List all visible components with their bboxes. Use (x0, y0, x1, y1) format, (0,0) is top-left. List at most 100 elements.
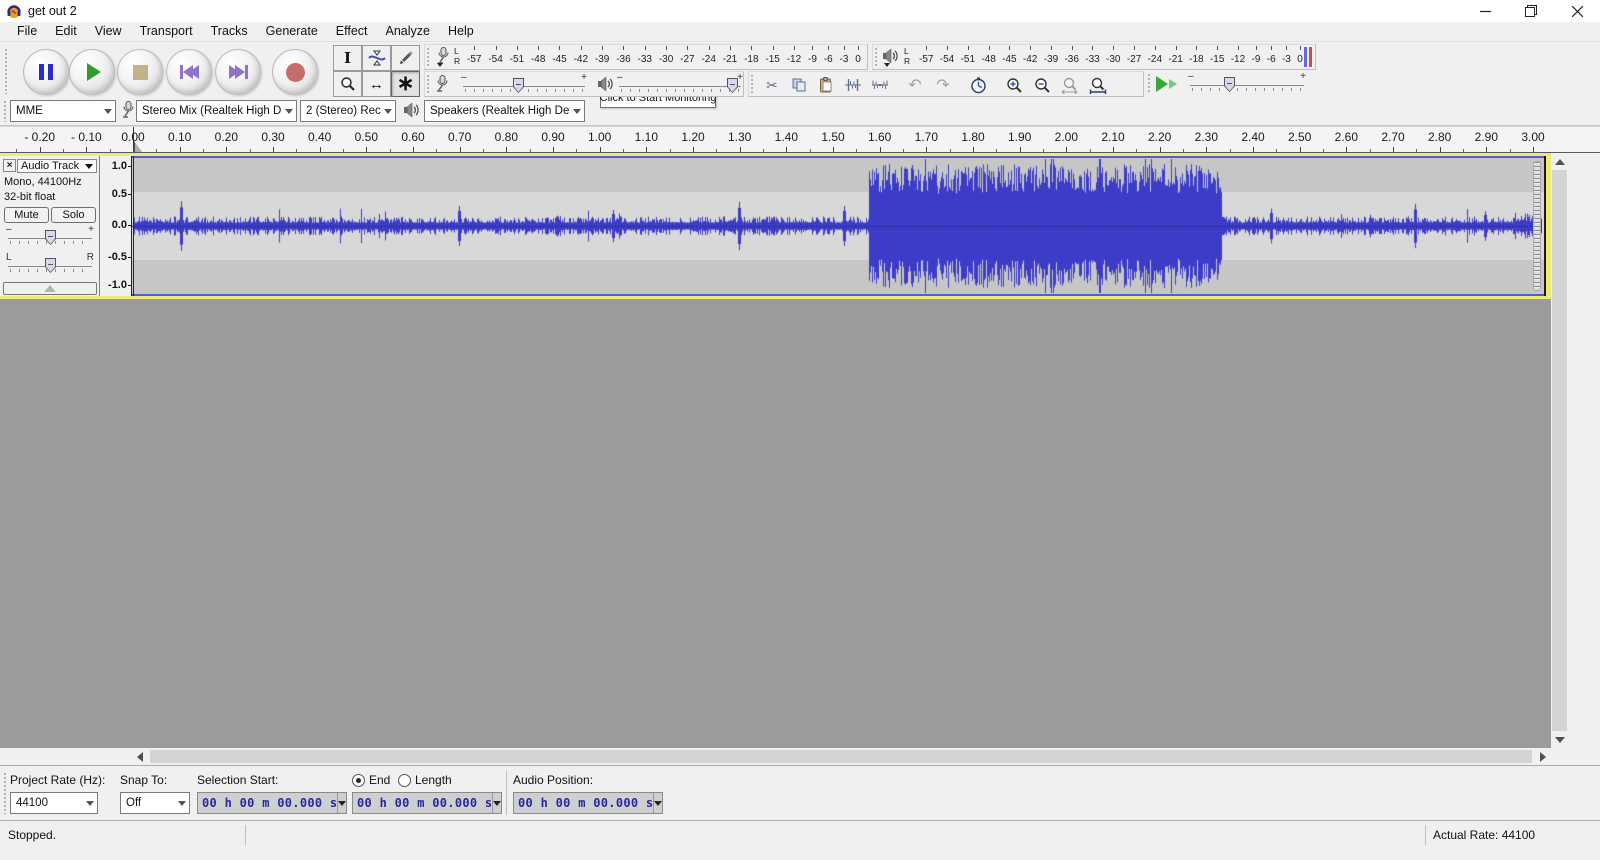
track-close-button[interactable]: × (3, 159, 16, 172)
meter-scale-number: -45 (1002, 45, 1016, 69)
fit-selection-button[interactable] (1057, 73, 1083, 97)
selection-toolbar-gripper[interactable] (3, 772, 8, 814)
meter-scale-number: -12 (787, 45, 801, 69)
trim-audio-button[interactable] (840, 73, 866, 97)
cut-button[interactable]: ✂ (759, 73, 785, 97)
multi-tool-button[interactable]: ∗ (391, 71, 420, 97)
recording-meter[interactable]: L R -57-54-51-48-45-42-39-36-33-30-27-24… (424, 44, 868, 70)
edit-gripper[interactable] (750, 74, 755, 94)
track-area[interactable]: × Audio Track Mono, 44100Hz 32-bit float… (0, 153, 1551, 748)
restore-button[interactable] (1508, 0, 1554, 22)
timeline-ruler[interactable]: - 0.20- 0.100.000.100.200.300.400.500.60… (0, 126, 1600, 153)
scroll-down-button[interactable] (1551, 731, 1568, 748)
zoom-tool-button[interactable] (333, 71, 362, 97)
transport-gripper[interactable] (4, 48, 9, 94)
timeline-tick (413, 147, 414, 152)
scroll-right-button[interactable] (1534, 748, 1551, 765)
length-radio[interactable]: Length (398, 773, 452, 787)
time-format-dropdown[interactable] (337, 793, 346, 813)
scroll-up-button[interactable] (1551, 153, 1568, 170)
device-gripper[interactable] (3, 100, 8, 122)
playback-meter-dropdown-icon[interactable] (884, 63, 890, 67)
menu-item[interactable]: Effect (327, 22, 377, 41)
arrow-down-icon (1555, 737, 1565, 743)
selection-tool-button[interactable]: I (333, 45, 362, 71)
end-radio[interactable]: End (352, 773, 390, 787)
menu-item[interactable]: Edit (46, 22, 86, 41)
time-format-dropdown[interactable] (653, 793, 662, 813)
menu-item[interactable]: Help (439, 22, 483, 41)
playback-device-select[interactable]: Speakers (Realtek High Defin (424, 100, 585, 122)
horizontal-scrollbar[interactable] (0, 748, 1600, 765)
track-title-dropdown[interactable]: Audio Track (17, 159, 97, 173)
playback-meter-gripper[interactable] (874, 47, 879, 67)
project-rate-select[interactable]: 44100 (10, 792, 98, 814)
vertical-scrollbar[interactable] (1551, 153, 1568, 748)
horizontal-scrollbar-thumb[interactable] (150, 750, 1532, 763)
speaker-icon (882, 48, 900, 64)
copy-button[interactable] (786, 73, 812, 97)
track-gain-slider[interactable]: – + (6, 226, 94, 250)
radio-icon (398, 774, 411, 787)
playback-device-value: Speakers (Realtek High Defin (425, 105, 570, 117)
playback-speed-slider[interactable]: – + (1188, 73, 1306, 95)
scroll-left-button[interactable] (131, 748, 148, 765)
redo-button[interactable]: ↷ (930, 73, 956, 97)
recording-meter-dropdown-icon[interactable] (437, 63, 443, 67)
audio-position-field[interactable]: 00 h 00 m 00.000 s (513, 792, 663, 814)
silence-icon (871, 77, 889, 93)
track-collapse-button[interactable] (3, 282, 97, 295)
recording-channels-select[interactable]: 2 (Stereo) Record (300, 100, 396, 122)
vertical-scrollbar-thumb[interactable] (1552, 170, 1567, 731)
track-vertical-ruler[interactable]: 1.00.50.0-0.5-1.0 (100, 156, 132, 296)
mixer-gripper[interactable] (426, 74, 431, 94)
pause-button[interactable] (23, 49, 69, 95)
mute-button[interactable]: Mute (4, 207, 49, 223)
snap-to-select[interactable]: Off (120, 792, 190, 814)
speed-gripper[interactable] (1147, 73, 1152, 93)
fit-project-button[interactable] (1085, 73, 1111, 97)
menu-item[interactable]: View (86, 22, 131, 41)
track-resize-gripper[interactable] (1533, 161, 1541, 291)
track-pan-slider[interactable]: L R (6, 254, 94, 278)
play-button[interactable] (69, 49, 115, 95)
selection-end-field[interactable]: 00 h 00 m 00.000 s (352, 792, 502, 814)
paste-button[interactable] (813, 73, 839, 97)
stop-button[interactable] (117, 49, 163, 95)
menu-item[interactable]: File (8, 22, 46, 41)
record-button[interactable] (272, 49, 318, 95)
menu-item[interactable]: Analyze (377, 22, 439, 41)
meter-scale-number: -15 (1210, 45, 1224, 69)
solo-button[interactable]: Solo (51, 207, 96, 223)
timeline-tick (646, 147, 647, 152)
close-button[interactable] (1554, 0, 1600, 22)
playback-volume-slider[interactable]: – + (617, 74, 743, 96)
envelope-tool-button[interactable] (362, 45, 391, 71)
waveform-canvas[interactable] (132, 158, 1542, 294)
selection-start-field[interactable]: 00 h 00 m 00.000 s (197, 792, 347, 814)
slider-plus-label: + (1300, 71, 1306, 82)
silence-audio-button[interactable] (867, 73, 893, 97)
audio-host-select[interactable]: MME (10, 100, 116, 122)
sync-lock-button[interactable] (965, 73, 991, 97)
recording-meter-gripper[interactable] (426, 47, 431, 67)
time-format-dropdown[interactable] (492, 793, 501, 813)
play-at-speed-button[interactable] (1156, 73, 1180, 95)
playback-meter[interactable]: L R -57-54-51-48-45-42-39-36-33-30-27-24… (872, 44, 1316, 70)
menu-item[interactable]: Generate (257, 22, 327, 41)
zoom-out-button[interactable] (1029, 73, 1055, 97)
undo-button[interactable]: ↶ (902, 73, 928, 97)
draw-tool-button[interactable] (391, 45, 420, 71)
time-shift-tool-button[interactable]: ↔ (362, 71, 391, 97)
skip-to-start-button[interactable] (166, 49, 212, 95)
recording-volume-slider[interactable]: – + (461, 74, 587, 96)
menu-item[interactable]: Tracks (202, 22, 257, 41)
recording-device-select[interactable]: Stereo Mix (Realtek High Defi (136, 100, 297, 122)
menu-item[interactable]: Transport (131, 22, 202, 41)
timeline-tick (600, 147, 601, 152)
zoom-in-button[interactable] (1001, 73, 1027, 97)
skip-to-end-button[interactable] (215, 49, 261, 95)
waveform-display[interactable] (132, 156, 1546, 296)
meter-scale-number: -36 (616, 45, 630, 69)
minimize-button[interactable] (1462, 0, 1508, 22)
